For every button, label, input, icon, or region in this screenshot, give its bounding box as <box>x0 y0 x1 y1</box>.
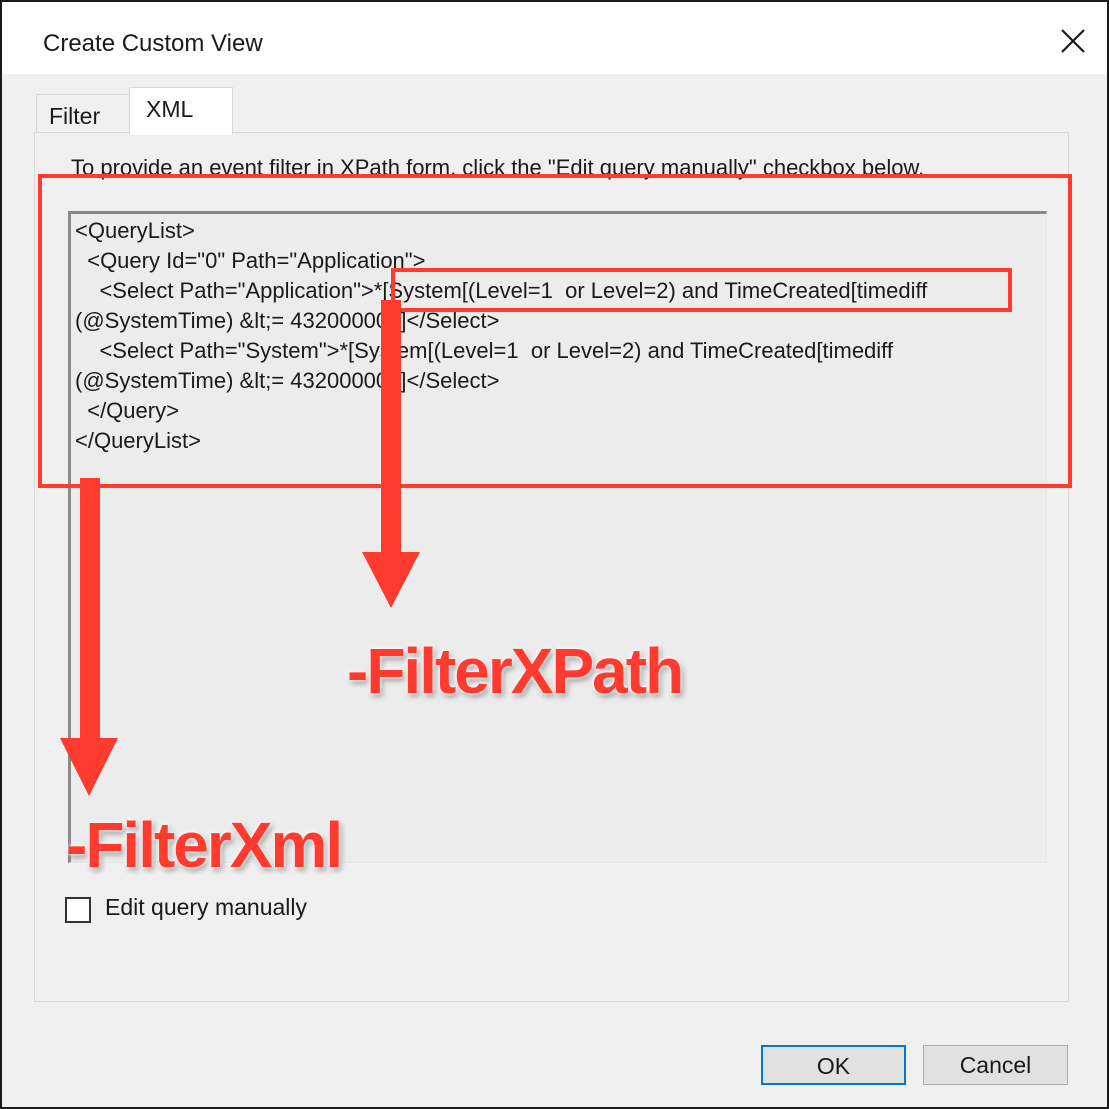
xml-line: </Query> <box>75 398 179 423</box>
title-bar: Create Custom View <box>2 2 1107 74</box>
xml-line: <Select Path="Application">*[System[(Lev… <box>75 278 928 303</box>
filterxpath-callout: -FilterXPath <box>347 635 684 707</box>
close-icon[interactable] <box>1056 24 1090 58</box>
dialog-window: Create Custom View Filter XML To provide… <box>0 0 1109 1109</box>
xml-line: </QueryList> <box>75 428 201 453</box>
dialog-title: Create Custom View <box>43 30 263 57</box>
xml-line: <Select Path="System">*[System[(Level=1 … <box>75 338 894 363</box>
dialog-body: Filter XML To provide an event filter in… <box>2 74 1107 1107</box>
xml-line: (@SystemTime) &lt;= 43200000]]]</Select> <box>75 368 500 393</box>
tab-xml[interactable]: XML <box>129 87 233 135</box>
edit-query-manually-label[interactable]: Edit query manually <box>105 894 307 921</box>
tab-xml-label: XML <box>146 96 194 122</box>
filterxml-callout: -FilterXml <box>66 809 343 881</box>
edit-query-manually-checkbox[interactable] <box>65 897 91 923</box>
tab-filter-label: Filter <box>49 103 101 129</box>
cancel-button[interactable]: Cancel <box>923 1045 1068 1085</box>
xpath-hint-text: To provide an event filter in XPath form… <box>71 155 925 180</box>
query-xml-textbox[interactable]: <QueryList> <Query Id="0" Path="Applicat… <box>68 211 1047 863</box>
xml-line: <QueryList> <box>75 218 195 243</box>
xml-line: (@SystemTime) &lt;= 43200000]]]</Select> <box>75 308 500 333</box>
tab-filter[interactable]: Filter <box>36 94 130 135</box>
ok-button[interactable]: OK <box>761 1045 906 1085</box>
xml-line: <Query Id="0" Path="Application"> <box>75 248 426 273</box>
